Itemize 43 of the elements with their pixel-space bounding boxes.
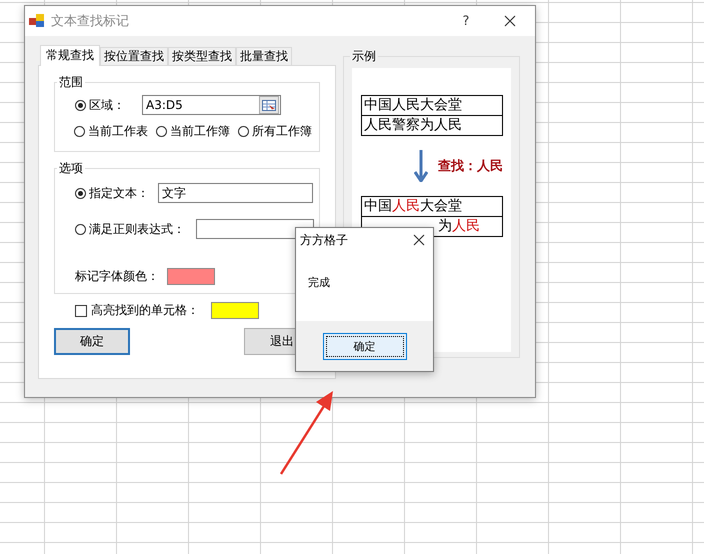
radio-label: 当前工作表 — [88, 123, 148, 140]
radio-label: 区域： — [89, 96, 125, 114]
radio-button[interactable] — [238, 126, 249, 137]
range-picker-icon[interactable] — [259, 96, 279, 114]
radio-button[interactable] — [75, 188, 86, 198]
radio-button[interactable] — [156, 126, 167, 137]
radio-label: 满足正则表达式： — [89, 220, 185, 238]
tab[interactable]: 按位置查找 — [100, 47, 168, 65]
radio-button[interactable] — [75, 100, 86, 110]
range-field[interactable]: A3:D5 — [142, 95, 281, 115]
message-text: 完成 — [307, 275, 331, 291]
ok-button[interactable]: 确定 — [322, 332, 406, 360]
group-title: 选项 — [58, 160, 84, 177]
radio-button[interactable] — [75, 224, 86, 234]
field-value: A3:D5 — [146, 98, 183, 112]
close-icon[interactable] — [503, 14, 517, 28]
radio-label: 当前工作簿 — [170, 123, 230, 140]
table-cell-text: 中国人民大会堂 — [363, 96, 463, 115]
tab[interactable]: 常规查找 — [40, 45, 100, 66]
close-icon[interactable] — [413, 234, 425, 246]
color-swatch[interactable] — [211, 302, 259, 319]
help-button[interactable]: ? — [451, 14, 481, 28]
checkbox-label: 高亮找到的单元格： — [91, 302, 199, 319]
table-cell-text: 中国人民大会堂 — [363, 197, 463, 216]
tab[interactable]: 批量查找 — [236, 47, 292, 65]
down-arrow-icon — [414, 150, 428, 182]
ok-button[interactable]: 确定 — [54, 328, 130, 355]
radio-button[interactable] — [74, 126, 85, 137]
text-field[interactable]: 文字 — [158, 183, 313, 203]
search-label: 查找：人民 — [438, 158, 503, 175]
window-title: 文本查找标记 — [51, 13, 130, 30]
color-swatch[interactable] — [167, 268, 215, 285]
table-cell: 人民警察为人民 — [362, 115, 502, 135]
radio-label: 指定文本： — [89, 184, 149, 202]
field-value: 文字 — [162, 184, 186, 202]
checkbox[interactable] — [75, 304, 87, 316]
field-label: 标记字体颜色： — [75, 268, 159, 285]
group-title: 示例 — [351, 48, 377, 65]
group-title: 范围 — [58, 74, 84, 91]
radio-label: 所有工作簿 — [252, 123, 312, 140]
dialog-title: 方方格子 — [300, 232, 349, 248]
tab[interactable]: 按类型查找 — [168, 47, 236, 65]
app-icon — [29, 14, 45, 28]
